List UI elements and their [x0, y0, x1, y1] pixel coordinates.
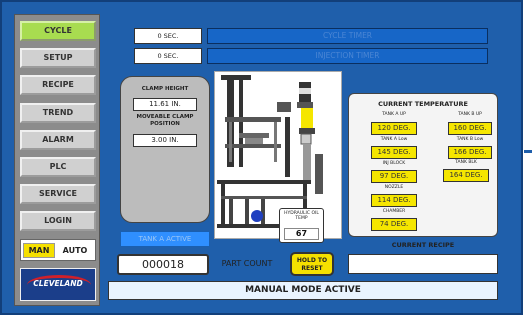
part-count-label: PART COUNT — [221, 259, 273, 268]
moveable-clamp-position-label: MOVEABLE CLAMP POSITION — [136, 114, 194, 127]
nozzle-label: NOZZLE — [384, 185, 404, 190]
chamber-label: CHAMBER — [382, 209, 406, 214]
sidebar-item-setup[interactable]: SETUP — [20, 48, 96, 68]
hydraulic-oil-temp: HYDRAULIC OIL TEMP 67 — [279, 208, 324, 243]
auto-mode-button[interactable]: AUTO — [57, 243, 93, 258]
sidebar: CYCLE SETUP RECIPE TREND ALARM PLC SERVI… — [14, 14, 100, 306]
window-edge — [523, 0, 532, 315]
clamp-panel: CLAMP HEIGHT 11.61 IN. MOVEABLE CLAMP PO… — [120, 76, 210, 223]
current-recipe-value — [348, 254, 498, 274]
clamp-height-label: CLAMP HEIGHT — [141, 86, 189, 92]
injection-timer-label: INJECTION TIMER — [207, 48, 488, 64]
inj-block-label: INJ BLOCK — [382, 161, 406, 166]
sidebar-item-plc[interactable]: PLC — [20, 157, 96, 177]
hydraulic-oil-temp-value: 67 — [284, 228, 319, 240]
clamp-height-value: 11.61 IN. — [133, 98, 197, 111]
sidebar-item-cycle[interactable]: CYCLE — [20, 21, 96, 41]
tank-b-up-label: TANK B UP — [458, 112, 482, 117]
window-edge-notch — [524, 150, 532, 153]
tank-a-up-label: TANK A UP — [382, 112, 406, 117]
tank-blk-label: TANK BLK — [455, 160, 477, 165]
temperature-title: CURRENT TEMPERATURE — [378, 100, 468, 108]
tank-blk-value: 164 DEG. — [443, 169, 489, 182]
tank-a-low-value: 145 DEG. — [371, 146, 417, 159]
cycle-timer-label: CYCLE TIMER — [207, 28, 488, 44]
hydraulic-oil-temp-label: HYDRAULIC OIL TEMP — [284, 211, 319, 221]
tank-b-low-value: 166 DEG. — [448, 146, 492, 159]
mode-status-banner: MANUAL MODE ACTIVE — [108, 281, 498, 300]
part-count-value: 000018 — [117, 254, 209, 275]
cycle-timer-value: 0 SEC. — [134, 28, 202, 44]
temperature-panel: CURRENT TEMPERATURE TANK A UP 120 DEG. T… — [348, 93, 498, 237]
man-mode-button[interactable]: MAN — [23, 243, 55, 258]
tank-active-indicator: TANK A ACTIVE — [120, 231, 210, 247]
nozzle-value: 114 DEG. — [371, 194, 417, 207]
chamber-value: 74 DEG. — [371, 218, 417, 231]
hold-to-reset-button[interactable]: HOLD TO RESET — [290, 252, 334, 276]
tank-a-low-label: TANK A Low — [380, 137, 408, 142]
sidebar-item-recipe[interactable]: RECIPE — [20, 75, 96, 95]
inj-block-value: 97 DEG. — [371, 170, 417, 183]
sidebar-item-login[interactable]: LOGIN — [20, 211, 96, 231]
injection-timer-value: 0 SEC. — [134, 48, 202, 64]
sidebar-item-alarm[interactable]: ALARM — [20, 130, 96, 150]
logo-text: CLEVELAND — [33, 279, 83, 288]
current-recipe-label: CURRENT RECIPE — [391, 241, 455, 249]
logo-subtext — [21, 291, 95, 299]
man-auto-toggle[interactable]: MAN AUTO — [20, 239, 96, 261]
tank-a-up-value: 120 DEG. — [371, 122, 417, 135]
sidebar-item-trend[interactable]: TREND — [20, 103, 96, 123]
tank-b-up-value: 160 DEG. — [448, 122, 492, 135]
tank-b-low-label: TANK B Low — [456, 137, 484, 142]
moveable-clamp-position-value: 3.00 IN. — [133, 134, 197, 147]
cleveland-logo: CLEVELAND — [20, 268, 96, 301]
sidebar-item-service[interactable]: SERVICE — [20, 184, 96, 204]
